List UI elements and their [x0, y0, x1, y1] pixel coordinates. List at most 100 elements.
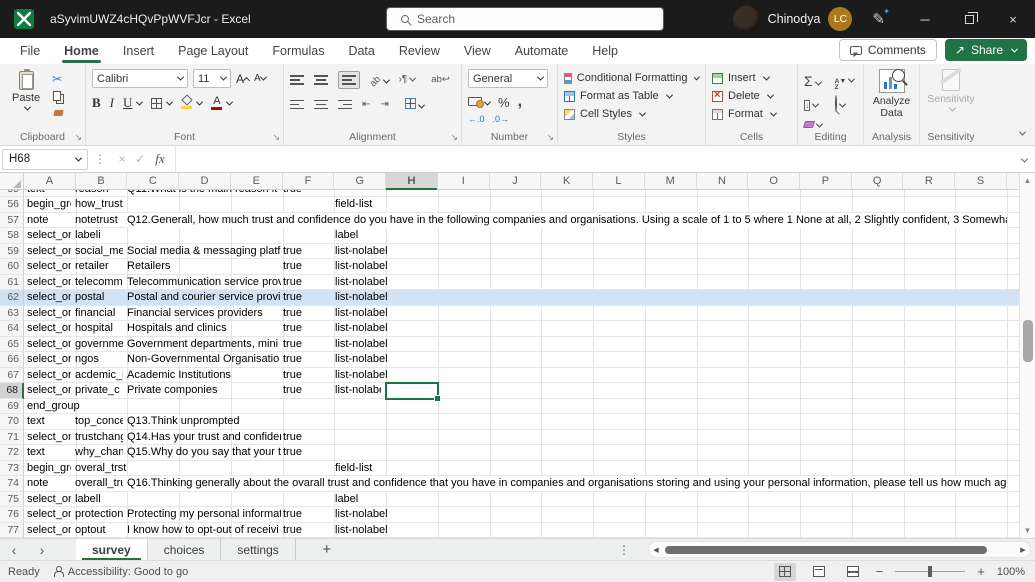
cell-required[interactable]: true	[283, 244, 331, 259]
table-row[interactable]: 67select_one acdemic_i Academic Institutio…	[0, 368, 1019, 384]
cell-required[interactable]: true	[283, 383, 331, 398]
italic-button[interactable]: I	[110, 95, 114, 111]
page-break-view-button[interactable]	[842, 563, 864, 581]
new-sheet-button[interactable]: +	[310, 539, 344, 560]
fill-button[interactable]: ↓	[804, 96, 825, 111]
cell-label[interactable]: Academic Institutions	[127, 368, 281, 383]
underline-button[interactable]: U	[123, 95, 132, 111]
cell-required[interactable]: true	[283, 290, 331, 305]
cell-type[interactable]: select_one	[27, 290, 71, 305]
ribbon-tab-file[interactable]: File	[8, 38, 52, 64]
table-row[interactable]: 70texttop_conceQ13.Think unprompted	[0, 414, 1019, 430]
cell-required[interactable]: true	[283, 337, 331, 352]
restore-button[interactable]	[947, 0, 991, 38]
table-row[interactable]: 77select_oneoptoutI know how to opt-out …	[0, 523, 1019, 539]
center-button[interactable]	[314, 100, 328, 110]
clipboard-dialog-launcher[interactable]: ↘	[74, 132, 82, 143]
accounting-format-button[interactable]	[468, 95, 490, 109]
format-cells-button[interactable]: Format	[712, 105, 791, 123]
wrap-text-button[interactable]: ab↩	[431, 74, 450, 85]
cell-type[interactable]: text	[27, 190, 71, 197]
normal-view-button[interactable]	[774, 563, 796, 581]
delete-cells-button[interactable]: Delete	[712, 87, 791, 105]
table-row[interactable]: 66select_onengosNon-Governmental Organis…	[0, 352, 1019, 368]
cell-type[interactable]: select_one	[27, 430, 71, 445]
row-header-73[interactable]: 73	[0, 461, 24, 477]
column-header-S[interactable]: S	[955, 173, 1007, 189]
cell-name[interactable]: retailer	[75, 259, 123, 274]
table-row[interactable]: 59select_onesocial_meSocial media & mess…	[0, 244, 1019, 260]
cell-type[interactable]: select_one	[27, 352, 71, 367]
table-row[interactable]: 63select_onefinancialFinancial services …	[0, 306, 1019, 322]
page-layout-view-button[interactable]	[808, 563, 830, 581]
insert-cells-button[interactable]: Insert	[712, 69, 791, 87]
ribbon-tab-page-layout[interactable]: Page Layout	[166, 38, 260, 64]
cell-appearance[interactable]: field-list	[335, 197, 535, 212]
cell-appearance[interactable]: label	[335, 228, 535, 243]
zoom-out-button[interactable]: −	[876, 564, 884, 579]
cell-label[interactable]: Q14.Has your trust and confiden	[127, 430, 281, 445]
font-color-button[interactable]: A	[211, 96, 222, 110]
column-header-N[interactable]: N	[697, 173, 749, 189]
pen-mode-icon[interactable]: ✎✦	[872, 10, 885, 28]
font-name-select[interactable]: Calibri	[92, 69, 188, 88]
scroll-down-icon[interactable]: ▼	[1020, 526, 1035, 535]
ribbon-tab-data[interactable]: Data	[336, 38, 386, 64]
table-row[interactable]: 57notenotetrustQ12.Generall, how much tr…	[0, 213, 1019, 229]
close-button[interactable]: ×	[991, 0, 1035, 38]
cell-type[interactable]: select_one	[27, 368, 71, 383]
table-row[interactable]: 56begin_grouphow_trustfield-list	[0, 197, 1019, 213]
cell-required[interactable]: true	[283, 275, 331, 290]
row-header-72[interactable]: 72	[0, 445, 24, 461]
cell-label[interactable]: I know how to opt-out of receivi	[127, 523, 281, 538]
cell-label[interactable]: Protecting my personal informat	[127, 507, 281, 522]
cell-appearance[interactable]: list-nolabel	[335, 368, 535, 383]
cell-type[interactable]: begin_group	[27, 197, 71, 212]
row-header-76[interactable]: 76	[0, 507, 24, 523]
column-header-R[interactable]: R	[903, 173, 955, 189]
cell-type[interactable]: note	[27, 476, 71, 491]
cell-type[interactable]: select_one	[27, 306, 71, 321]
cell-name[interactable]: top_conce	[75, 414, 123, 429]
sensitivity-button[interactable]: Sensitivity	[926, 69, 976, 112]
cell-name[interactable]: overal_trst	[75, 461, 183, 476]
cell-name[interactable]: acdemic_i	[75, 368, 123, 383]
cell-name[interactable]: reason	[75, 190, 123, 197]
table-row[interactable]: 74noteoverall_truQ16.Thinking generally …	[0, 476, 1019, 492]
cell-appearance[interactable]: list-nolabel	[335, 507, 535, 522]
collapse-ribbon-chevron[interactable]	[1017, 125, 1025, 139]
cell-appearance[interactable]: field-list	[335, 461, 535, 476]
find-select-button[interactable]	[835, 96, 857, 111]
row-header-56[interactable]: 56	[0, 197, 24, 213]
ribbon-tab-automate[interactable]: Automate	[503, 38, 581, 64]
zoom-level[interactable]: 100%	[997, 566, 1025, 578]
sheet-tab-choices[interactable]: choices	[148, 539, 222, 560]
bottom-align-button[interactable]	[338, 71, 360, 89]
cell-name[interactable]: overall_tru	[75, 476, 123, 491]
vertical-scrollbar[interactable]: ▲ ▼	[1019, 173, 1035, 538]
cell-appearance[interactable]: label	[335, 492, 535, 507]
cell-appearance[interactable]: list-nolabel	[335, 290, 535, 305]
cell-appearance[interactable]: list-nolabel	[335, 244, 535, 259]
cell-required[interactable]: true	[283, 306, 331, 321]
decrease-font-button[interactable]: A	[254, 73, 266, 84]
column-header-E[interactable]: E	[231, 173, 283, 189]
cell-type[interactable]: select_one	[27, 492, 71, 507]
scroll-right-icon[interactable]: ▶	[1016, 546, 1030, 554]
cancel-icon[interactable]: ×	[113, 152, 131, 166]
accessibility-status[interactable]: Accessibility: Good to go	[54, 566, 188, 578]
cell-type[interactable]: select_one	[27, 523, 71, 538]
row-header-77[interactable]: 77	[0, 523, 24, 539]
row-header-68[interactable]: 68	[0, 383, 24, 399]
column-header-B[interactable]: B	[76, 173, 128, 189]
row-header-67[interactable]: 67	[0, 368, 24, 384]
column-header-J[interactable]: J	[490, 173, 542, 189]
sort-filter-button[interactable]: AZ▼	[835, 71, 857, 91]
cell-required[interactable]: true	[283, 190, 331, 197]
ribbon-tab-insert[interactable]: Insert	[111, 38, 166, 64]
cell-label[interactable]: Private componies	[127, 383, 281, 398]
row-header-70[interactable]: 70	[0, 414, 24, 430]
table-row[interactable]: 58select_onelabelilabel	[0, 228, 1019, 244]
autosum-button[interactable]: Σ	[804, 73, 825, 89]
cell-name[interactable]: notetrust	[75, 213, 123, 228]
